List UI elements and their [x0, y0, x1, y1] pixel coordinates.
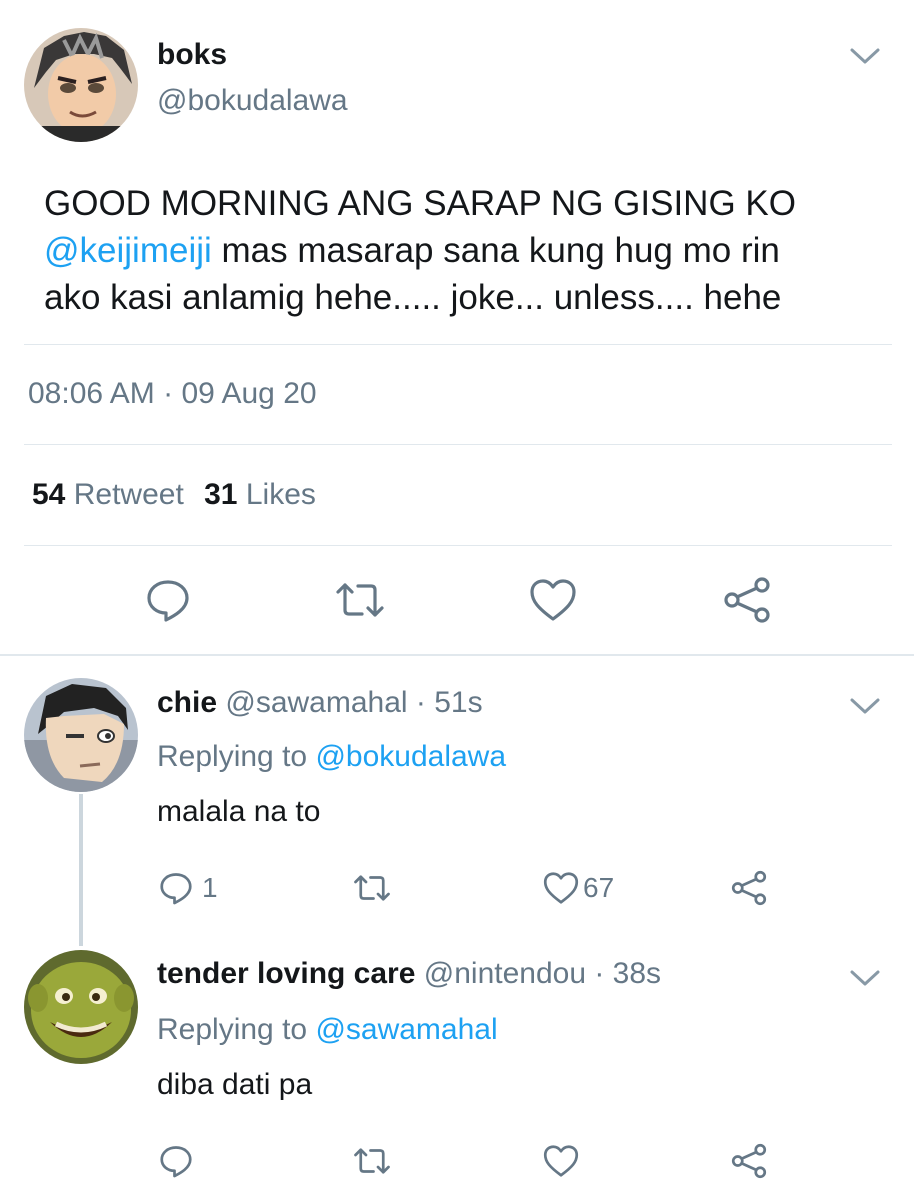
like-count: 31 — [204, 478, 238, 511]
share-icon[interactable] — [730, 870, 768, 906]
replying-to-link[interactable]: @sawamahal — [315, 1013, 497, 1046]
date-separator: · — [154, 377, 182, 410]
avatar[interactable] — [24, 28, 138, 142]
retweet-icon[interactable] — [334, 576, 386, 624]
engagement-stats: 54 Retweet 31 Likes — [32, 478, 316, 512]
retweet-count: 54 — [32, 478, 66, 511]
reply-icon[interactable] — [158, 1143, 194, 1179]
display-name[interactable]: tender loving care — [157, 957, 415, 990]
like-count: 67 — [583, 872, 615, 903]
reply-time: · 38s — [586, 957, 662, 990]
like-stat[interactable]: 31 Likes — [204, 478, 316, 511]
reply-text: diba dati pa — [157, 1068, 313, 1101]
reply-header: chie @sawamahal · 51s — [157, 686, 483, 720]
chevron-down-icon[interactable] — [848, 44, 882, 68]
reply-count: 1 — [202, 872, 218, 903]
reply-time: · 51s — [407, 686, 483, 719]
tweet-text-fragment: mas masarap sana kung hug mo rin — [211, 231, 780, 270]
tweet-text-line: GOOD MORNING ANG SARAP NG GISING KO — [44, 184, 796, 223]
user-handle[interactable]: @sawamahal — [225, 686, 407, 719]
divider — [24, 344, 892, 345]
replying-label: Replying to — [157, 1013, 316, 1046]
retweet-label: Retweet — [73, 478, 184, 511]
divider — [24, 444, 892, 445]
chevron-down-icon[interactable] — [848, 694, 882, 718]
reply-text: malala na to — [157, 795, 321, 828]
tweet-text: GOOD MORNING ANG SARAP NG GISING KO @kei… — [44, 180, 904, 321]
divider — [24, 545, 892, 546]
retweet-icon[interactable] — [352, 1143, 392, 1179]
tweet-text-line: ako kasi anlamig hehe..... joke... unles… — [44, 278, 782, 317]
display-name[interactable]: boks — [157, 38, 227, 72]
like-label: Likes — [245, 478, 316, 511]
divider — [0, 654, 914, 656]
replying-label: Replying to — [157, 740, 316, 773]
share-icon[interactable] — [730, 1143, 768, 1179]
thread-line — [79, 794, 83, 946]
tweet-timestamp[interactable]: 08:06 AM · 09 Aug 20 — [28, 377, 317, 411]
reply-icon[interactable] — [158, 870, 194, 906]
avatar[interactable] — [24, 950, 138, 1064]
retweet-stat[interactable]: 54 Retweet — [32, 478, 184, 511]
chevron-down-icon[interactable] — [848, 966, 882, 990]
avatar[interactable] — [24, 678, 138, 792]
like-icon[interactable] — [542, 1143, 580, 1179]
tweet-text-line: @keijimeiji mas masarap sana kung hug mo… — [44, 227, 904, 274]
reply-icon[interactable] — [144, 576, 192, 624]
tweet-time: 08:06 AM — [28, 377, 155, 410]
tweet-date: 09 Aug 20 — [181, 377, 317, 410]
replying-to-link[interactable]: @bokudalawa — [315, 740, 506, 773]
share-icon[interactable] — [722, 576, 772, 624]
display-name[interactable]: chie — [157, 686, 217, 719]
user-handle[interactable]: @bokudalawa — [157, 84, 348, 118]
like-icon[interactable] — [528, 576, 578, 624]
replying-to: Replying to @bokudalawa — [157, 740, 506, 774]
reply-header: tender loving care @nintendou · 38s — [157, 957, 661, 991]
like-icon[interactable] — [542, 870, 580, 906]
retweet-icon[interactable] — [352, 870, 392, 906]
mention-link[interactable]: @keijimeiji — [44, 231, 212, 270]
user-handle[interactable]: @nintendou — [424, 957, 586, 990]
replying-to: Replying to @sawamahal — [157, 1013, 498, 1047]
